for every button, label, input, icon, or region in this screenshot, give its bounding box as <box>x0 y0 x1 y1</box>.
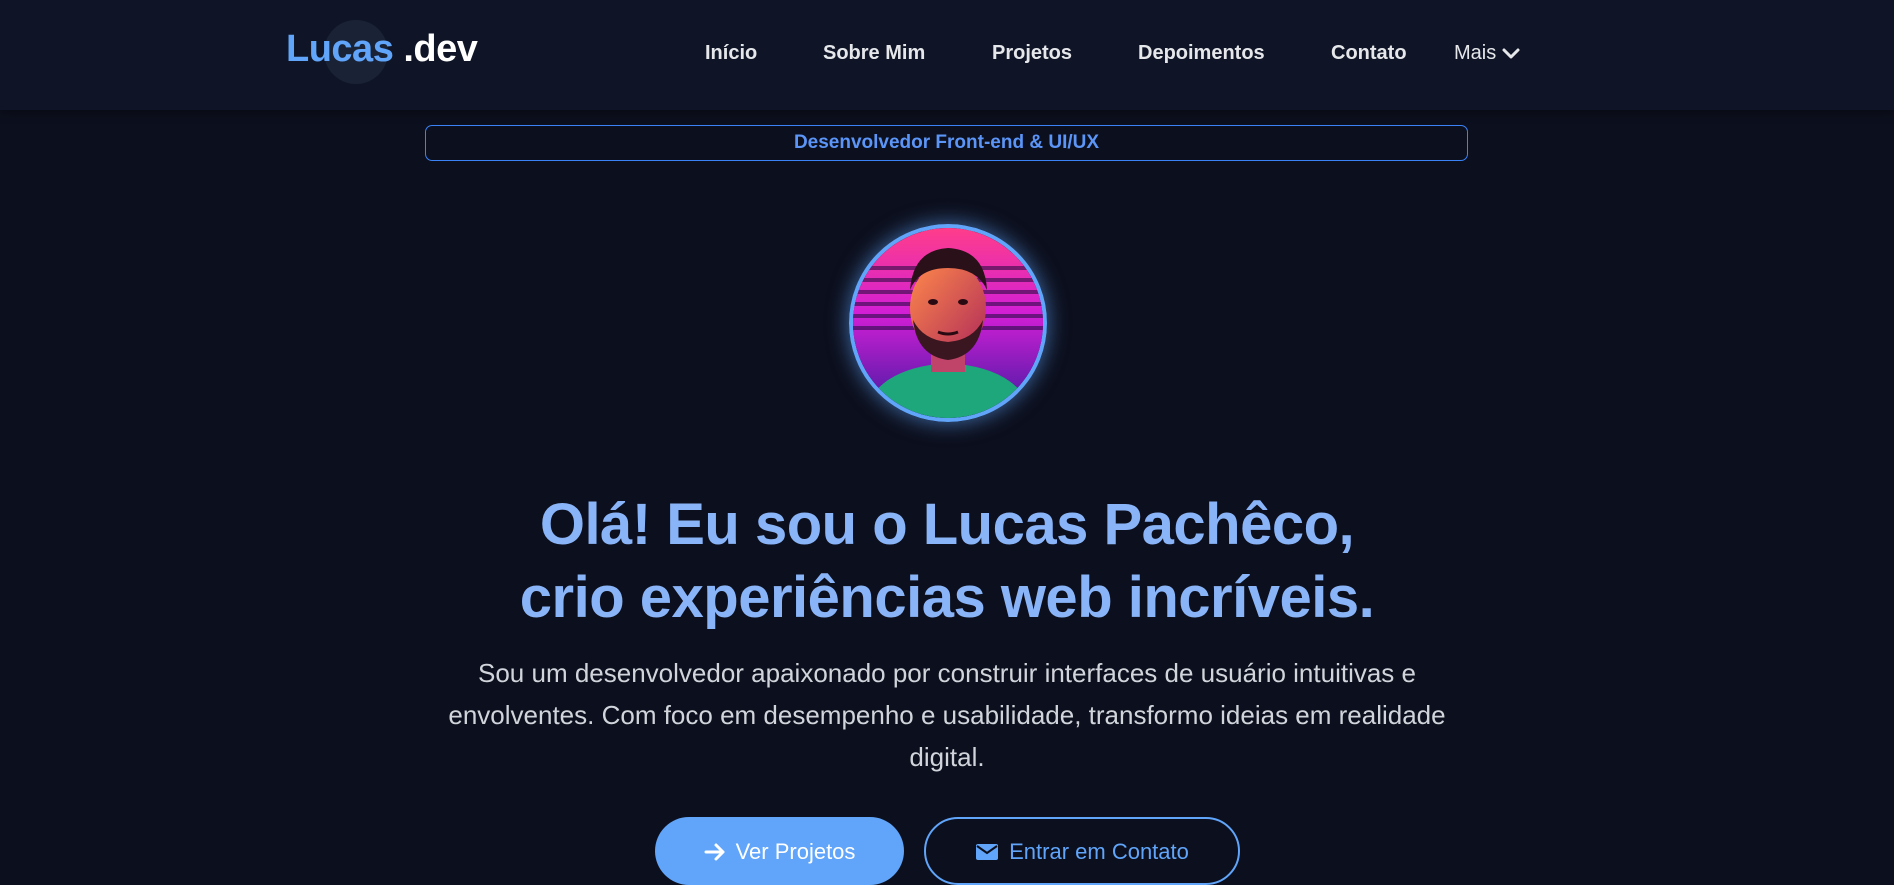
view-projects-button[interactable]: Ver Projetos <box>655 817 904 885</box>
hero-title-line-2: crio experiências web incríveis. <box>519 565 1375 630</box>
logo-name: Lucas <box>286 28 394 70</box>
chevron-down-icon <box>1502 48 1520 58</box>
avatar <box>849 224 1047 422</box>
logo[interactable]: Lucas .dev <box>286 28 478 71</box>
nav-link-contato[interactable]: Contato <box>1331 42 1407 65</box>
contact-label: Entrar em Contato <box>1009 839 1189 864</box>
hero-title: Olá! Eu sou o Lucas Pachêco, crio experi… <box>0 488 1894 634</box>
envelope-icon <box>976 844 999 860</box>
nav-link-projetos[interactable]: Projetos <box>992 42 1072 65</box>
hero-subtitle: Sou um desenvolvedor apaixonado por cons… <box>448 658 1446 772</box>
nav-link-inicio[interactable]: Início <box>705 42 757 65</box>
arrow-right-icon <box>704 843 725 861</box>
nav-link-sobre-mim[interactable]: Sobre Mim <box>823 42 925 65</box>
role-badge: Desenvolvedor Front-end & UI/UX <box>425 125 1468 161</box>
nav-more-label: Mais <box>1454 42 1497 64</box>
hero-title-line-1: Olá! Eu sou o Lucas Pachêco, <box>539 492 1355 557</box>
avatar-portrait-image <box>853 228 1043 418</box>
contact-button[interactable]: Entrar em Contato <box>924 817 1240 885</box>
nav-link-depoimentos[interactable]: Depoimentos <box>1138 42 1265 65</box>
logo-suffix: .dev <box>403 28 478 70</box>
view-projects-label: Ver Projetos <box>735 839 856 864</box>
nav-more-dropdown[interactable]: Mais <box>1454 42 1521 65</box>
navbar: Lucas .dev Início Sobre Mim Projetos Depo… <box>0 0 1894 110</box>
